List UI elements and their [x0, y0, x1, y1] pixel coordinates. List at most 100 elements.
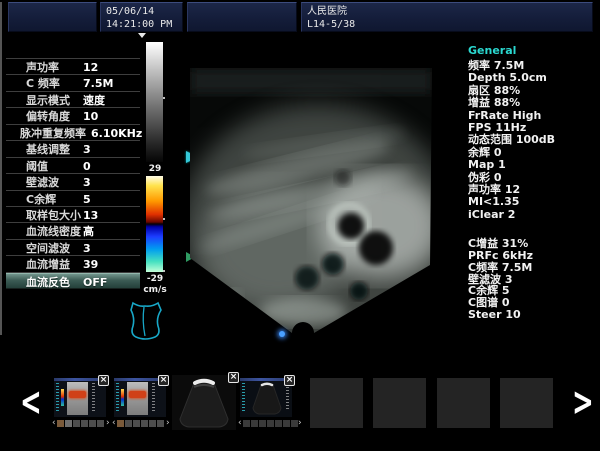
- thumbnail-cine-1[interactable]: ×: [54, 378, 106, 417]
- param-value: 13: [83, 208, 98, 223]
- body-marker-icon[interactable]: [126, 297, 166, 341]
- parameter-sidebar: 声功率 12 C 频率 7.5M 显示模式 速度 偏转角度 10 脉冲重复频率 …: [6, 58, 140, 289]
- param-label: 血流线密度: [26, 224, 81, 239]
- mini-right-text: [152, 383, 155, 413]
- mini-right-text: [92, 383, 95, 413]
- param-value: 7.5M: [83, 76, 113, 91]
- clipboard-next-button[interactable]: >: [572, 384, 594, 423]
- param-row-flow-gain[interactable]: 血流增益 39: [6, 256, 140, 272]
- filmstrip-frame[interactable]: [291, 420, 298, 427]
- param-row-wall-filter[interactable]: 壁滤波 3: [6, 174, 140, 190]
- info-depth: Depth 5.0cm: [468, 72, 596, 84]
- info-panel-title: General: [468, 44, 596, 57]
- mini-left-text: [116, 383, 119, 413]
- param-row-display-mode[interactable]: 显示模式 速度: [6, 92, 140, 108]
- param-label: 声功率: [26, 60, 59, 75]
- filmstrip-frame[interactable]: [89, 420, 96, 427]
- ultrasound-screen: 05/06/14 14:21:00 PM 人民医院 L14-5/38 声功率 1…: [0, 0, 600, 451]
- param-value: 5: [83, 192, 91, 207]
- filmstrip-frame[interactable]: [73, 420, 80, 427]
- param-row-flow-invert-selected[interactable]: 血流反色 OFF: [6, 273, 140, 289]
- param-value: OFF: [83, 275, 107, 290]
- ultrasound-image[interactable]: [183, 58, 438, 348]
- thumbnail-slot-empty: [437, 378, 490, 428]
- filmstrip-frame[interactable]: [81, 420, 88, 427]
- scale-marker-dot: [163, 270, 165, 272]
- filmstrip-frame[interactable]: [259, 420, 266, 427]
- filmstrip-frame[interactable]: [157, 420, 164, 427]
- filmstrip-frame[interactable]: [267, 420, 274, 427]
- filmstrip-frame[interactable]: [125, 420, 132, 427]
- info-map: Map 1: [468, 159, 596, 171]
- param-value: 12: [83, 60, 98, 75]
- thumbnail-cine-2[interactable]: ×: [114, 378, 166, 417]
- filmstrip-next-icon[interactable]: ›: [106, 418, 110, 428]
- param-label: 阈值: [26, 159, 48, 174]
- filmstrip-prev-icon[interactable]: ‹: [52, 418, 56, 428]
- filmstrip-frame[interactable]: [283, 420, 290, 427]
- scale-marker-dot: [163, 218, 165, 220]
- param-row-acoustic-power[interactable]: 声功率 12: [6, 59, 140, 75]
- param-row-spatial-filter[interactable]: 空间滤波 3: [6, 240, 140, 256]
- filmstrip-frame[interactable]: [141, 420, 148, 427]
- mini-fan-image: [172, 375, 236, 430]
- filmstrip-frame[interactable]: [149, 420, 156, 427]
- param-row-threshold[interactable]: 阈值 0: [6, 158, 140, 174]
- param-label: 基线调整: [26, 142, 70, 157]
- hospital-name: 人民医院: [302, 3, 592, 18]
- mini-doppler-patch: [69, 391, 86, 398]
- param-row-packet-size[interactable]: 取样包大小 13: [6, 207, 140, 223]
- mini-left-text: [242, 383, 245, 413]
- topbar-hospital-box: 人民医院 L14-5/38: [301, 2, 593, 32]
- mini-left-text: [56, 383, 59, 413]
- filmstrip-frame[interactable]: [65, 420, 72, 427]
- probe-orientation-dot: [279, 331, 285, 337]
- topbar-patient-box: [8, 2, 97, 32]
- filmstrip-frame[interactable]: [133, 420, 140, 427]
- filmstrip-frame[interactable]: [97, 420, 104, 427]
- filmstrip-next-icon[interactable]: ›: [166, 418, 170, 428]
- filmstrip-prev-icon[interactable]: ‹: [238, 418, 242, 428]
- param-row-steer-angle[interactable]: 偏转角度 10: [6, 108, 140, 124]
- filmstrip-frame[interactable]: [251, 420, 258, 427]
- screen-left-edge: [0, 2, 2, 335]
- param-row-baseline[interactable]: 基线调整 3: [6, 141, 140, 157]
- close-icon[interactable]: ×: [158, 375, 169, 386]
- mini-right-text: [286, 384, 289, 410]
- param-label: 显示模式: [26, 93, 70, 108]
- velocity-scale-top: 29: [140, 164, 170, 174]
- filmstrip-frame[interactable]: [117, 420, 124, 427]
- filmstrip-frame[interactable]: [275, 420, 282, 427]
- filmstrip-prev-icon[interactable]: ‹: [112, 418, 116, 428]
- thumbnail-frame-3[interactable]: ×: [172, 375, 236, 430]
- close-icon[interactable]: ×: [228, 372, 239, 383]
- filmstrip-frame[interactable]: [57, 420, 64, 427]
- param-label: 血流增益: [26, 257, 70, 272]
- topbar-datetime-box: 05/06/14 14:21:00 PM: [100, 2, 183, 32]
- param-row-c-persistence[interactable]: C余辉 5: [6, 191, 140, 207]
- close-icon[interactable]: ×: [98, 375, 109, 386]
- param-row-c-frequency[interactable]: C 频率 7.5M: [6, 75, 140, 91]
- param-row-line-density[interactable]: 血流线密度 高: [6, 223, 140, 239]
- velocity-scale-unit: cm/s: [140, 285, 170, 295]
- param-value: 39: [83, 257, 98, 272]
- clipboard-prev-button[interactable]: <: [20, 384, 42, 423]
- filmstrip-frame[interactable]: [243, 420, 250, 427]
- probe-model: L14-5/38: [302, 18, 592, 31]
- topbar-empty-box: [187, 2, 297, 32]
- param-value: 0: [83, 159, 91, 174]
- info-gain: 增益 88%: [468, 97, 596, 109]
- mini-filmstrip-1: ‹ ›: [52, 419, 112, 428]
- param-value: 3: [83, 142, 91, 157]
- close-icon[interactable]: ×: [284, 375, 295, 386]
- thumbnail-slot-empty: [373, 378, 426, 428]
- thumbnail-slot-empty: [310, 378, 363, 428]
- thumbnail-cine-4[interactable]: ×: [240, 378, 292, 417]
- filmstrip-next-icon[interactable]: ›: [298, 418, 302, 428]
- info-dynamic-range: 动态范围 100dB: [468, 134, 596, 146]
- param-row-prf[interactable]: 脉冲重复频率 6.10KHz: [6, 125, 140, 141]
- param-value: 高: [83, 224, 94, 239]
- mini-fan-image: [250, 381, 284, 416]
- param-label: C余辉: [26, 192, 56, 207]
- param-label: 脉冲重复频率: [20, 126, 86, 141]
